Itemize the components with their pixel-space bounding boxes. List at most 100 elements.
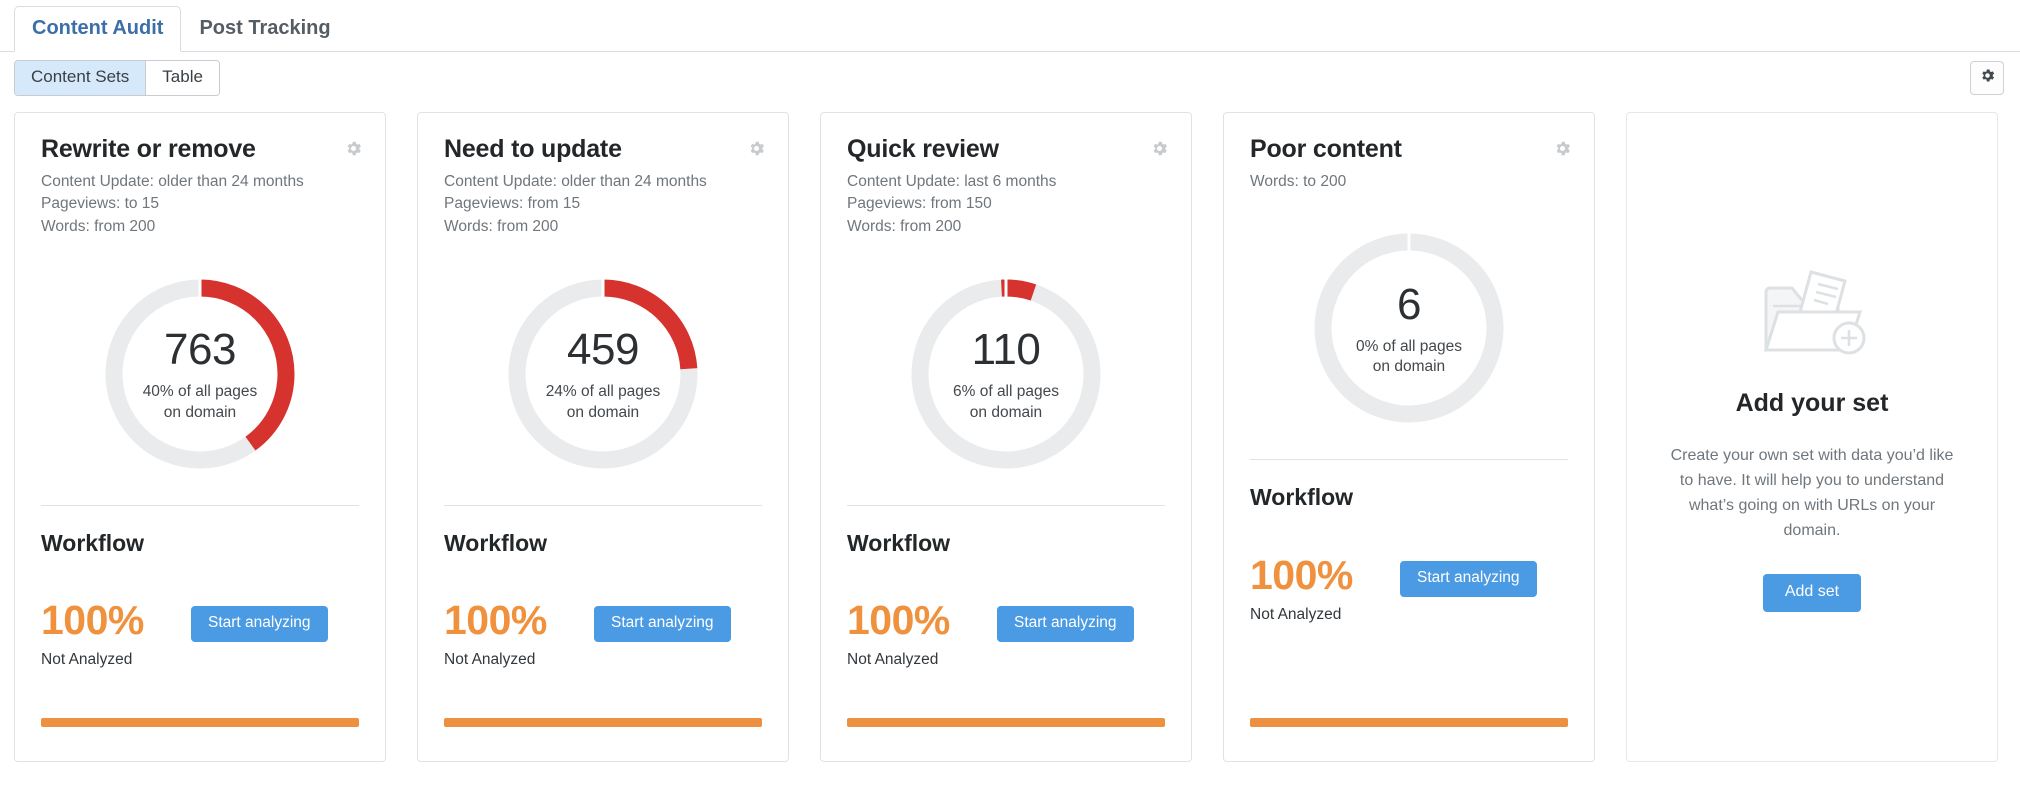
workflow-stat: 100% Not Analyzed bbox=[1250, 554, 1400, 624]
workflow-status: Not Analyzed bbox=[41, 650, 133, 668]
add-your-set-panel: Add your set Create your own set with da… bbox=[1626, 112, 1998, 762]
card-criteria-line: Pageviews: to 15 bbox=[41, 195, 160, 213]
workflow-title: Workflow bbox=[444, 529, 548, 556]
card-criteria-line: Pageviews: from 150 bbox=[847, 195, 992, 213]
card-header: Need to update Content Update: older tha… bbox=[444, 135, 764, 243]
workflow-progress-bar bbox=[847, 718, 1165, 727]
donut-subtext: 24% of all pages on domain bbox=[546, 382, 661, 423]
workflow-percent: 100% bbox=[847, 596, 950, 643]
settings-button[interactable] bbox=[1970, 61, 2004, 95]
workflow-row: 100% Not Analyzed Start analyzing bbox=[1250, 554, 1568, 624]
donut-chart: 6 0% of all pages on domain bbox=[1250, 203, 1568, 453]
card-criteria-line: Content Update: older than 24 months bbox=[444, 172, 707, 190]
card-criteria: Words: to 200 bbox=[1250, 171, 1568, 194]
workflow-title: Workflow bbox=[847, 529, 951, 556]
add-set-description: Create your own set with data you’d like… bbox=[1670, 447, 1954, 539]
card-criteria-line: Content Update: older than 24 months bbox=[41, 172, 304, 190]
workflow-row: 100% Not Analyzed Start analyzing bbox=[41, 599, 359, 669]
card-criteria-line: Content Update: last 6 months bbox=[847, 172, 1057, 190]
tab-post-tracking[interactable]: Post Tracking bbox=[181, 6, 348, 52]
card-title: Rewrite or remove bbox=[41, 135, 256, 163]
workflow-status: Not Analyzed bbox=[1250, 605, 1342, 623]
donut-subtext-line1: 6% of all pages bbox=[953, 383, 1059, 401]
tab-content-audit[interactable]: Content Audit bbox=[14, 6, 182, 52]
donut-subtext: 6% of all pages on domain bbox=[953, 382, 1059, 423]
add-set-button[interactable]: Add set bbox=[1762, 573, 1862, 612]
workflow-progress-fill bbox=[444, 718, 762, 727]
card-criteria-line: Pageviews: from 15 bbox=[444, 195, 581, 213]
donut-graphic: 459 24% of all pages on domain bbox=[499, 270, 707, 478]
card-title: Need to update bbox=[444, 135, 622, 163]
donut-subtext: 40% of all pages on domain bbox=[143, 382, 258, 423]
workflow-title: Workflow bbox=[41, 529, 145, 556]
workflow-title: Workflow bbox=[1250, 484, 1354, 511]
card-divider bbox=[1250, 459, 1568, 461]
card-criteria: Content Update: older than 24 months Page… bbox=[41, 171, 359, 239]
donut-subtext-line1: 40% of all pages bbox=[142, 383, 258, 401]
start-analyzing-button[interactable]: Start analyzing bbox=[997, 605, 1134, 642]
card-settings-button[interactable] bbox=[747, 139, 766, 163]
card-criteria: Content Update: last 6 months Pageviews: … bbox=[847, 171, 1165, 239]
content-set-card: Rewrite or remove Content Update: older … bbox=[14, 112, 386, 762]
card-divider bbox=[444, 504, 762, 506]
donut-chart: 110 6% of all pages on domain bbox=[847, 249, 1165, 499]
workflow-progress-fill bbox=[1250, 718, 1568, 727]
folder-plus-icon bbox=[1748, 262, 1876, 371]
view-switcher: Content Sets Table bbox=[14, 59, 220, 97]
card-settings-button[interactable] bbox=[344, 139, 363, 163]
workflow-row: 100% Not Analyzed Start analyzing bbox=[444, 599, 762, 669]
content-set-card: Poor content Words: to 200 6 0% of all p… bbox=[1223, 112, 1595, 762]
workflow-status: Not Analyzed bbox=[847, 650, 939, 668]
view-option-table[interactable]: Table bbox=[146, 60, 219, 96]
donut-subtext-line2: on domain bbox=[163, 403, 237, 421]
content-sets-grid: Rewrite or remove Content Update: older … bbox=[0, 104, 2020, 762]
add-set-title: Add your set bbox=[1735, 389, 1889, 418]
card-settings-button[interactable] bbox=[1553, 139, 1572, 163]
donut-center-label: 110 6% of all pages on domain bbox=[902, 270, 1110, 478]
donut-center-label: 6 0% of all pages on domain bbox=[1305, 224, 1513, 432]
card-criteria-line: Words: to 200 bbox=[1250, 172, 1347, 190]
card-settings-button[interactable] bbox=[1150, 139, 1169, 163]
content-set-card: Quick review Content Update: last 6 mont… bbox=[820, 112, 1192, 762]
workflow-status: Not Analyzed bbox=[444, 650, 536, 668]
view-toolbar: Content Sets Table bbox=[0, 52, 2020, 104]
workflow-stat: 100% Not Analyzed bbox=[41, 599, 191, 669]
workflow-stat: 100% Not Analyzed bbox=[847, 596, 997, 669]
gear-icon bbox=[1150, 141, 1169, 162]
gear-icon bbox=[747, 141, 766, 162]
donut-center-label: 763 40% of all pages on domain bbox=[96, 270, 304, 478]
donut-subtext-line1: 0% of all pages bbox=[1356, 337, 1462, 355]
donut-value: 763 bbox=[164, 325, 236, 375]
start-analyzing-button[interactable]: Start analyzing bbox=[191, 605, 328, 642]
donut-subtext-line2: on domain bbox=[969, 403, 1043, 421]
workflow-progress-bar bbox=[1250, 718, 1568, 727]
card-criteria-line: Words: from 200 bbox=[41, 218, 156, 235]
card-title: Quick review bbox=[847, 135, 999, 163]
donut-subtext: 0% of all pages on domain bbox=[1356, 337, 1462, 378]
content-set-card: Need to update Content Update: older tha… bbox=[417, 112, 789, 762]
gear-icon bbox=[344, 141, 363, 162]
view-option-content-sets[interactable]: Content Sets bbox=[15, 60, 147, 96]
tab-bar: Content Audit Post Tracking bbox=[0, 0, 2020, 52]
donut-subtext-line2: on domain bbox=[1372, 358, 1446, 376]
card-divider bbox=[847, 504, 1165, 506]
start-analyzing-button[interactable]: Start analyzing bbox=[1400, 560, 1537, 597]
donut-value: 6 bbox=[1397, 279, 1421, 329]
start-analyzing-button[interactable]: Start analyzing bbox=[594, 605, 731, 642]
card-divider bbox=[41, 504, 359, 506]
card-criteria-line: Words: from 200 bbox=[847, 218, 962, 235]
workflow-progress-fill bbox=[41, 718, 359, 727]
donut-graphic: 110 6% of all pages on domain bbox=[902, 270, 1110, 478]
card-header: Poor content Words: to 200 bbox=[1250, 135, 1570, 197]
card-header: Quick review Content Update: last 6 mont… bbox=[847, 135, 1167, 243]
workflow-progress-fill bbox=[847, 718, 1165, 727]
donut-value: 459 bbox=[567, 325, 639, 375]
card-header: Rewrite or remove Content Update: older … bbox=[41, 135, 361, 243]
gear-icon bbox=[1553, 141, 1572, 162]
workflow-progress-bar bbox=[444, 718, 762, 727]
card-title: Poor content bbox=[1250, 135, 1402, 163]
donut-value: 110 bbox=[971, 325, 1041, 375]
donut-chart: 763 40% of all pages on domain bbox=[41, 249, 359, 499]
workflow-row: 100% Not Analyzed Start analyzing bbox=[847, 596, 1165, 669]
workflow-progress-bar bbox=[41, 718, 359, 727]
